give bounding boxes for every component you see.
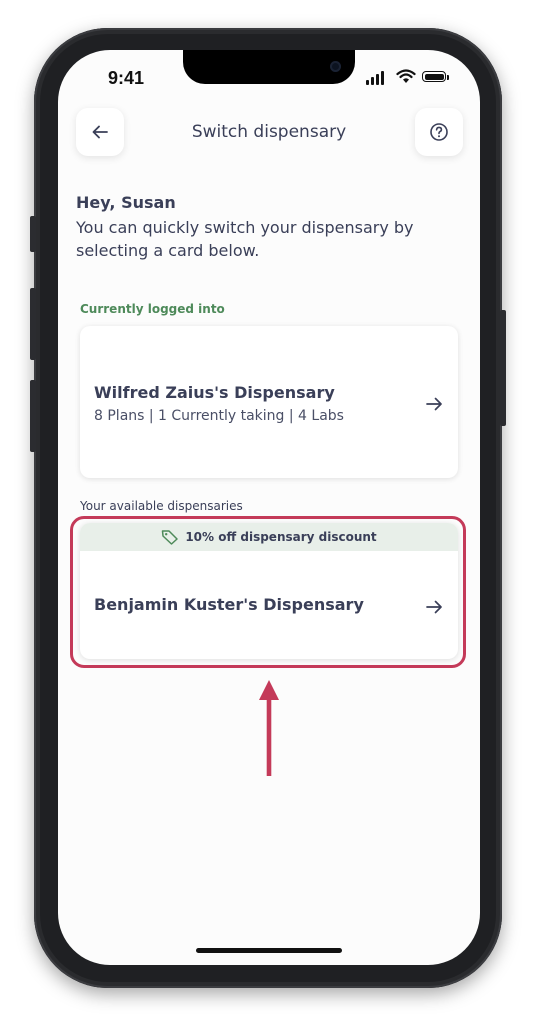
help-button[interactable] xyxy=(415,108,463,156)
available-section-label: Your available dispensaries xyxy=(80,499,243,513)
current-dispensary-card[interactable]: Wilfred Zaius's Dispensary 8 Plans | 1 C… xyxy=(80,326,458,478)
dispensary-meta: 8 Plans | 1 Currently taking | 4 Labs xyxy=(94,408,344,424)
dispensary-name: Wilfred Zaius's Dispensary xyxy=(94,383,335,402)
volume-down-button xyxy=(30,380,36,452)
greeting-message: You can quickly switch your dispensary b… xyxy=(76,218,414,260)
power-button xyxy=(500,310,506,426)
wifi-icon xyxy=(396,69,416,83)
notch xyxy=(183,50,355,84)
highlight-outline xyxy=(70,516,466,668)
mute-switch xyxy=(30,216,36,252)
current-section-label: Currently logged into xyxy=(80,302,225,316)
app-screen: 9:41 Switch dispensary Hey, Susan You ca… xyxy=(58,50,480,965)
greeting: Hey, Susan You can quickly switch your d… xyxy=(76,193,436,262)
question-circle-icon xyxy=(430,123,448,141)
volume-up-button xyxy=(30,288,36,360)
status-icons xyxy=(366,69,456,85)
signal-icon xyxy=(366,80,369,85)
status-time: 9:41 xyxy=(108,68,145,88)
home-indicator xyxy=(196,948,342,953)
annotation-arrow-icon xyxy=(259,680,279,776)
camera-icon xyxy=(330,61,341,72)
arrow-right-icon xyxy=(426,397,442,411)
battery-icon xyxy=(422,71,446,82)
greeting-title: Hey, Susan xyxy=(76,193,176,212)
